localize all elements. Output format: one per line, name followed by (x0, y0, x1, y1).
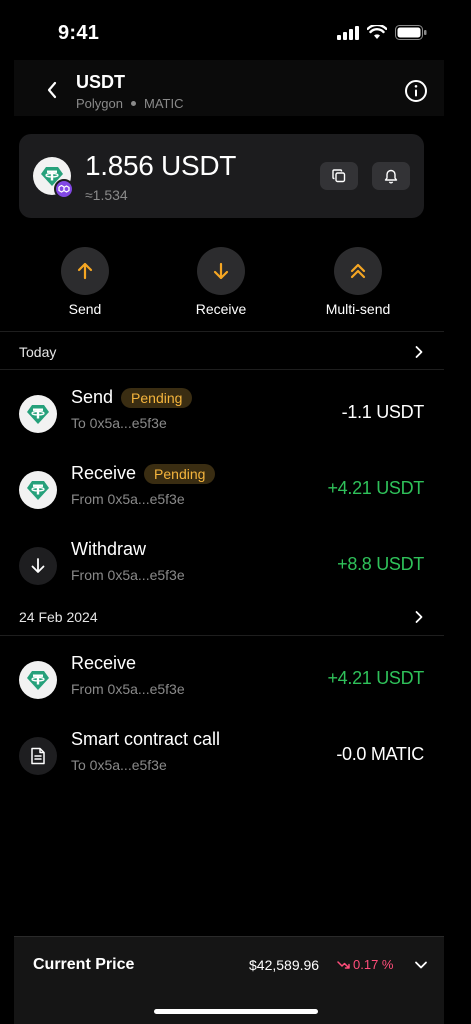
transaction-title: Receive (71, 653, 136, 674)
double-chevron-up-icon (350, 263, 366, 279)
current-price-value: $42,589.96 (249, 957, 320, 973)
transaction-title: Send Pending (71, 387, 193, 408)
section-header-date[interactable]: 24 Feb 2024 (19, 607, 424, 627)
transaction-type: Receive (71, 463, 137, 483)
multi-send-action-label: Multi-send (325, 301, 391, 317)
transaction-type: Send (71, 387, 114, 407)
transaction-amount: +4.21 USDT (327, 668, 424, 688)
polygon-badge (54, 179, 74, 199)
transaction-address: From 0x5a...e5f3e (71, 567, 185, 583)
copy-button[interactable] (320, 162, 358, 190)
transaction-address: From 0x5a...e5f3e (71, 491, 185, 507)
divider (0, 369, 444, 370)
pending-badge: Pending (144, 463, 216, 484)
balance-fiat: ≈1.534 (85, 187, 128, 203)
bell-icon (384, 169, 398, 184)
separator-dot (130, 101, 136, 106)
transaction-row[interactable]: Send Pending To 0x5a...e5f3e -1.1 USDT (19, 387, 424, 443)
home-indicator[interactable] (154, 1009, 318, 1014)
transaction-row[interactable]: Smart contract call To 0x5a...e5f3e -0.0… (19, 729, 424, 785)
transaction-amount: +8.8 USDT (337, 554, 424, 574)
pending-badge: Pending (121, 387, 193, 408)
back-button[interactable] (40, 78, 64, 102)
price-change: 0.17 % (337, 957, 393, 972)
transaction-type: Receive (71, 653, 137, 673)
transaction-token-avatar (19, 471, 57, 509)
transaction-icon (19, 737, 57, 775)
status-icons (337, 25, 427, 40)
transaction-address: To 0x5a...e5f3e (71, 415, 167, 431)
transaction-type: Withdraw (71, 539, 147, 559)
transaction-title: Receive Pending (71, 463, 216, 484)
section-title: Today (19, 344, 57, 360)
status-bar: 9:41 (0, 0, 471, 60)
transaction-row[interactable]: Withdraw From 0x5a...e5f3e +8.8 USDT (19, 539, 424, 595)
balance-amount: 1.856 USDT (85, 150, 237, 181)
transaction-row[interactable]: Receive From 0x5a...e5f3e +4.21 USDT (19, 653, 424, 709)
page-title: USDT (76, 72, 125, 92)
send-action-circle (61, 247, 109, 295)
cellular-signal-icon (337, 25, 359, 40)
receive-action-circle (197, 247, 245, 295)
action-row: Send Receive Multi-send (0, 247, 471, 319)
wifi-icon (367, 25, 387, 39)
divider (0, 635, 444, 636)
transaction-amount: -0.0 MATIC (336, 744, 424, 764)
info-icon (405, 80, 427, 102)
battery-icon (395, 25, 427, 40)
balance-card: 1.856 USDT ≈1.534 (19, 134, 424, 218)
network-name: Polygon (76, 96, 123, 111)
chevron-down-icon (415, 961, 427, 969)
transaction-row[interactable]: Receive Pending From 0x5a...e5f3e +4.21 … (19, 463, 424, 519)
expand-price-button[interactable] (412, 956, 432, 976)
divider (0, 331, 444, 332)
notification-button[interactable] (372, 162, 410, 190)
transaction-amount: +4.21 USDT (327, 478, 424, 498)
trend-down-icon (337, 960, 350, 969)
multi-send-action-circle (334, 247, 382, 295)
info-button[interactable] (404, 79, 428, 103)
transaction-title: Withdraw (71, 539, 146, 560)
transaction-address: To 0x5a...e5f3e (71, 757, 167, 773)
section-title: 24 Feb 2024 (19, 609, 98, 625)
receive-action-button[interactable]: Receive (171, 247, 271, 317)
chevron-right-icon (415, 611, 423, 623)
transaction-token-avatar (19, 661, 57, 699)
network-subtitle: Polygon MATIC (76, 96, 183, 111)
arrow-down-icon (213, 262, 229, 280)
price-change-value: 0.17 % (353, 957, 394, 972)
document-icon (31, 747, 45, 765)
tether-icon (27, 671, 49, 690)
transaction-token-avatar (19, 395, 57, 433)
multi-send-action-button[interactable]: Multi-send (308, 247, 408, 317)
native-token: MATIC (143, 96, 184, 111)
transaction-amount: -1.1 USDT (341, 402, 425, 422)
arrow-down-icon (31, 558, 45, 573)
polygon-icon (58, 184, 70, 193)
tether-icon (27, 405, 49, 424)
transaction-title: Smart contract call (71, 729, 220, 750)
copy-icon (332, 169, 346, 183)
send-action-label: Send (68, 301, 102, 317)
transaction-icon (19, 547, 57, 585)
arrow-up-icon (77, 262, 93, 280)
transaction-type: Smart contract call (71, 729, 221, 749)
receive-action-label: Receive (195, 301, 247, 317)
status-time: 9:41 (58, 22, 100, 44)
chevron-right-icon (415, 346, 423, 358)
send-action-button[interactable]: Send (35, 247, 135, 317)
current-price-label: Current Price (33, 956, 135, 973)
tether-icon (27, 481, 49, 500)
section-header-today[interactable]: Today (19, 342, 424, 362)
transaction-address: From 0x5a...e5f3e (71, 681, 185, 697)
chevron-left-icon (47, 81, 57, 99)
